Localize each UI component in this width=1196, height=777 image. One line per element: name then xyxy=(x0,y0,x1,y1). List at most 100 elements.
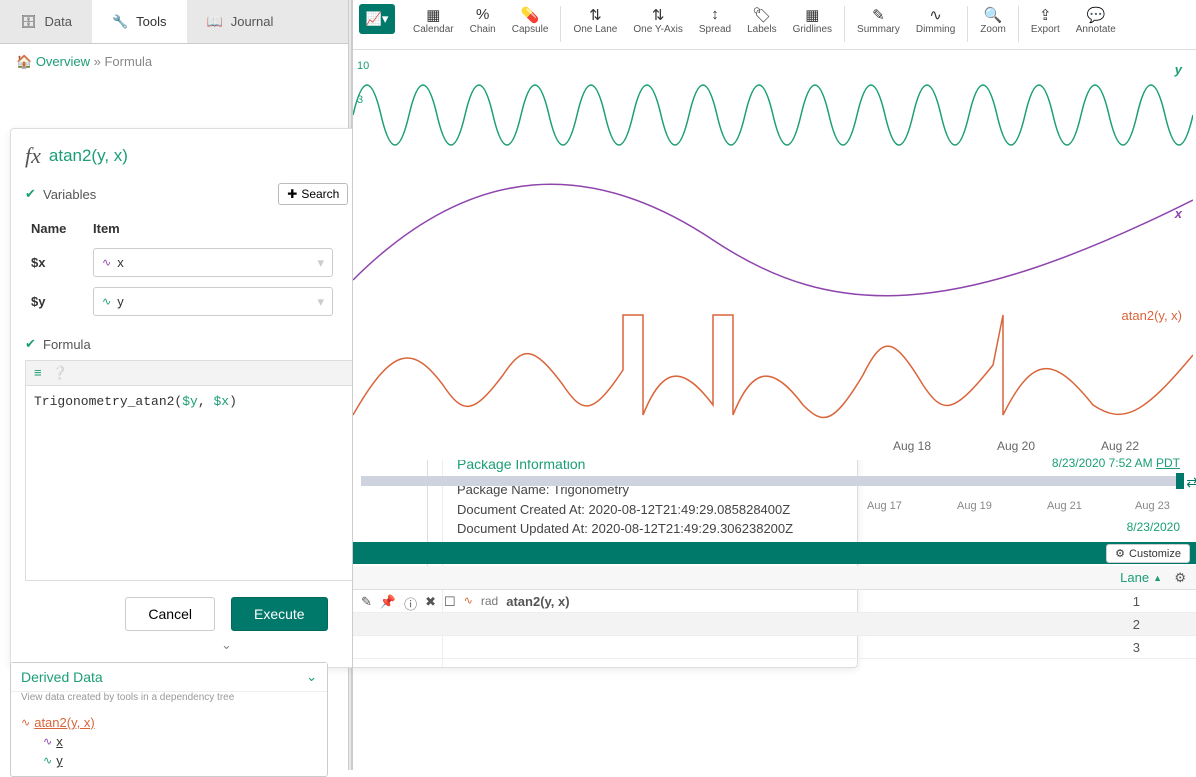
variables-heading: Variables xyxy=(43,187,272,202)
var-select-x[interactable]: ∿x▾ xyxy=(93,248,333,277)
toolbar-label: Zoom xyxy=(980,24,1006,35)
mini-date: 8/23/2020 xyxy=(1127,520,1180,534)
toolbar-label: Chain xyxy=(470,24,496,35)
sort-asc-icon: ▲ xyxy=(1153,573,1162,583)
chevron-down-icon: ▾ xyxy=(317,255,324,271)
var-select-y[interactable]: ∿y▾ xyxy=(93,287,333,316)
book-icon: 📖 xyxy=(207,14,223,30)
chart-type-button[interactable]: 📈▾ xyxy=(359,4,395,34)
tree-child[interactable]: ∿ y xyxy=(21,753,317,768)
tab-tools-label: Tools xyxy=(136,14,166,29)
search-button[interactable]: ✚Search xyxy=(278,183,348,205)
signal-icon: ∿ xyxy=(102,256,111,269)
toolbar-label: Spread xyxy=(699,24,731,35)
derived-subtitle: View data created by tools in a dependen… xyxy=(11,692,327,707)
checkbox-icon[interactable]: ☐ xyxy=(444,594,456,610)
toolbar-chain[interactable]: %Chain xyxy=(462,4,504,44)
toolbar-capsule[interactable]: 💊Capsule xyxy=(504,4,557,44)
toolbar-dimming[interactable]: ∿Dimming xyxy=(908,4,963,44)
series-x-plot xyxy=(353,180,1193,300)
toolbar-label: Summary xyxy=(857,24,900,35)
edit-icon[interactable]: ✎ xyxy=(361,594,372,610)
breadcrumb-current: Formula xyxy=(104,54,152,69)
dimming-icon: ∿ xyxy=(929,6,942,24)
tab-journal[interactable]: 📖 Journal xyxy=(187,0,294,43)
time-scrubber[interactable] xyxy=(361,476,1184,494)
toolbar-separator xyxy=(844,6,845,42)
chevron-down-icon[interactable]: ⌄ xyxy=(306,669,317,685)
datetime-display[interactable]: 8/23/2020 7:52 AM PDT xyxy=(1052,456,1180,470)
toolbar-label: Capsule xyxy=(512,24,549,35)
toolbar-label: Annotate xyxy=(1076,24,1116,35)
toolbar-gridlines[interactable]: ▦Gridlines xyxy=(785,4,840,44)
gridlines-icon: ▦ xyxy=(805,6,819,24)
toolbar-labels[interactable]: 🏷Labels xyxy=(739,4,784,44)
chain-icon: % xyxy=(476,6,489,24)
calendar-icon: ▦ xyxy=(426,6,440,24)
chevron-down-icon: ▾ xyxy=(317,294,324,310)
tab-tools[interactable]: 🔧 Tools xyxy=(92,0,187,43)
lane-header[interactable]: Lane▲ ⚙ xyxy=(353,566,1196,590)
settings-icon[interactable]: ⚙ xyxy=(1174,570,1186,586)
tab-data-label: Data xyxy=(45,14,72,29)
tab-data[interactable]: 🗄 Data xyxy=(0,0,92,43)
one-lane-icon: ⇅ xyxy=(589,6,602,24)
toolbar-annotate[interactable]: 💬Annotate xyxy=(1068,4,1124,44)
breadcrumb-sep: » xyxy=(94,54,101,69)
series-atan2-plot xyxy=(353,305,1193,435)
series-y-plot xyxy=(353,50,1193,180)
toolbar-separator xyxy=(967,6,968,42)
signal-icon: ∿ xyxy=(102,295,111,308)
var-name-x: $x xyxy=(27,244,87,281)
close-icon[interactable]: ✖ xyxy=(425,594,436,610)
tab-journal-label: Journal xyxy=(231,14,274,29)
tree-root[interactable]: ∿ atan2(y, x) xyxy=(21,715,317,730)
toolbar-export[interactable]: ⇪Export xyxy=(1023,4,1068,44)
toolbar-label: Calendar xyxy=(413,24,454,35)
check-icon: ✔ xyxy=(25,336,43,352)
toolbar-summary[interactable]: ✎Summary xyxy=(849,4,908,44)
mini-tick: Aug 21 xyxy=(1047,500,1082,512)
toolbar-label: Dimming xyxy=(916,24,955,35)
signal-icon: ∿ xyxy=(21,716,30,729)
tree-child[interactable]: ∿ x xyxy=(21,734,317,749)
cancel-button[interactable]: Cancel xyxy=(125,597,215,631)
toolbar-one-y-axis[interactable]: ⇅One Y-Axis xyxy=(625,4,690,44)
toolbar-calendar[interactable]: ▦Calendar xyxy=(405,4,462,44)
toolbar-separator xyxy=(560,6,561,42)
zoom-icon: 🔍 xyxy=(984,6,1003,24)
breadcrumb-home[interactable]: Overview xyxy=(36,54,90,69)
toolbar-label: One Y-Axis xyxy=(633,24,682,35)
toolbar-one-lane[interactable]: ⇅One Lane xyxy=(565,4,625,44)
pin-icon[interactable]: 📌 xyxy=(380,594,396,610)
scroll-icon[interactable]: ⇄ xyxy=(1186,474,1196,491)
gear-icon: ⚙ xyxy=(1115,547,1125,560)
lines-icon[interactable]: ≡ xyxy=(34,365,42,381)
mini-tick: Aug 23 xyxy=(1135,500,1170,512)
fx-icon: fx xyxy=(25,143,41,169)
toolbar-label: Gridlines xyxy=(793,24,832,35)
scrubber-handle[interactable] xyxy=(1176,473,1184,489)
export-icon: ⇪ xyxy=(1039,6,1052,24)
formula-name-input[interactable] xyxy=(49,146,394,166)
toolbar-label: One Lane xyxy=(573,24,617,35)
toolbar-spread[interactable]: ↕Spread xyxy=(691,4,739,44)
signal-icon: ∿ xyxy=(43,754,52,767)
customize-button[interactable]: ⚙Customize xyxy=(1106,544,1190,563)
toolbar-label: Labels xyxy=(747,24,776,35)
toolbar-zoom[interactable]: 🔍Zoom xyxy=(972,4,1014,44)
x-tick: Aug 18 xyxy=(893,439,931,453)
top-tabs: 🗄 Data 🔧 Tools 📖 Journal xyxy=(0,0,350,44)
info-icon[interactable]: ⓘ xyxy=(404,594,417,613)
x-tick: Aug 22 xyxy=(1101,439,1139,453)
derived-title: Derived Data xyxy=(21,669,103,685)
plus-icon: ✚ xyxy=(287,187,297,201)
chart-canvas[interactable]: 10 3 y x atan2(y, x) xyxy=(353,50,1196,460)
detail-row: ✎ 📌 ⓘ ✖ ☐ ∿ rad atan2(y, x) xyxy=(353,590,578,659)
col-item: Item xyxy=(89,215,374,242)
summary-icon: ✎ xyxy=(872,6,885,24)
help-icon[interactable]: ❔ xyxy=(52,365,68,381)
mini-tick: Aug 17 xyxy=(867,500,902,512)
toolbar-label: Export xyxy=(1031,24,1060,35)
execute-button[interactable]: Execute xyxy=(231,597,328,631)
